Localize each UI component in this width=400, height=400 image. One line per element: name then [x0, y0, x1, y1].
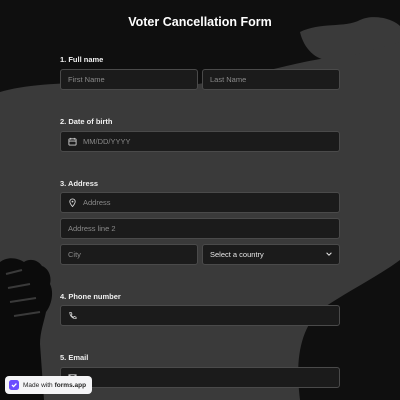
- country-select-value: Select a country: [210, 250, 264, 259]
- location-pin-icon: [68, 198, 77, 207]
- country-select[interactable]: Select a country: [202, 244, 340, 265]
- badge-brand: forms.app: [54, 381, 87, 389]
- phone-icon: [68, 311, 77, 320]
- question-date-of-birth-label: 2. Date of birth: [60, 117, 113, 126]
- last-name-placeholder: Last Name: [210, 75, 247, 84]
- email-input[interactable]: [60, 367, 340, 388]
- address-line-2-input[interactable]: Address line 2: [60, 218, 340, 239]
- address-placeholder: Address: [83, 198, 111, 207]
- phone-number-input[interactable]: [60, 305, 340, 326]
- badge-prefix: Made with: [23, 381, 53, 389]
- chevron-down-icon: [325, 250, 333, 260]
- question-address-label: 3. Address: [60, 179, 99, 188]
- address-line-2-placeholder: Address line 2: [68, 224, 116, 233]
- first-name-placeholder: First Name: [68, 75, 105, 84]
- question-full-name-label: 1. Full name: [60, 55, 104, 64]
- forms-app-logo-icon: [9, 380, 19, 390]
- made-with-forms-app-badge[interactable]: Made with forms.app: [5, 376, 93, 394]
- city-placeholder: City: [68, 250, 81, 259]
- address-input[interactable]: Address: [60, 192, 340, 213]
- question-email-label: 5. Email: [60, 353, 89, 362]
- form-title: Voter Cancellation Form: [128, 15, 272, 29]
- date-of-birth-input[interactable]: MM/DD/YYYY: [60, 131, 340, 152]
- voter-cancellation-form: Voter Cancellation Form 1. Full name Fir…: [0, 0, 400, 400]
- calendar-icon: [68, 137, 77, 146]
- city-input[interactable]: City: [60, 244, 198, 265]
- date-of-birth-placeholder: MM/DD/YYYY: [83, 137, 131, 146]
- question-phone-number-label: 4. Phone number: [60, 292, 121, 301]
- first-name-input[interactable]: First Name: [60, 69, 198, 90]
- last-name-input[interactable]: Last Name: [202, 69, 340, 90]
